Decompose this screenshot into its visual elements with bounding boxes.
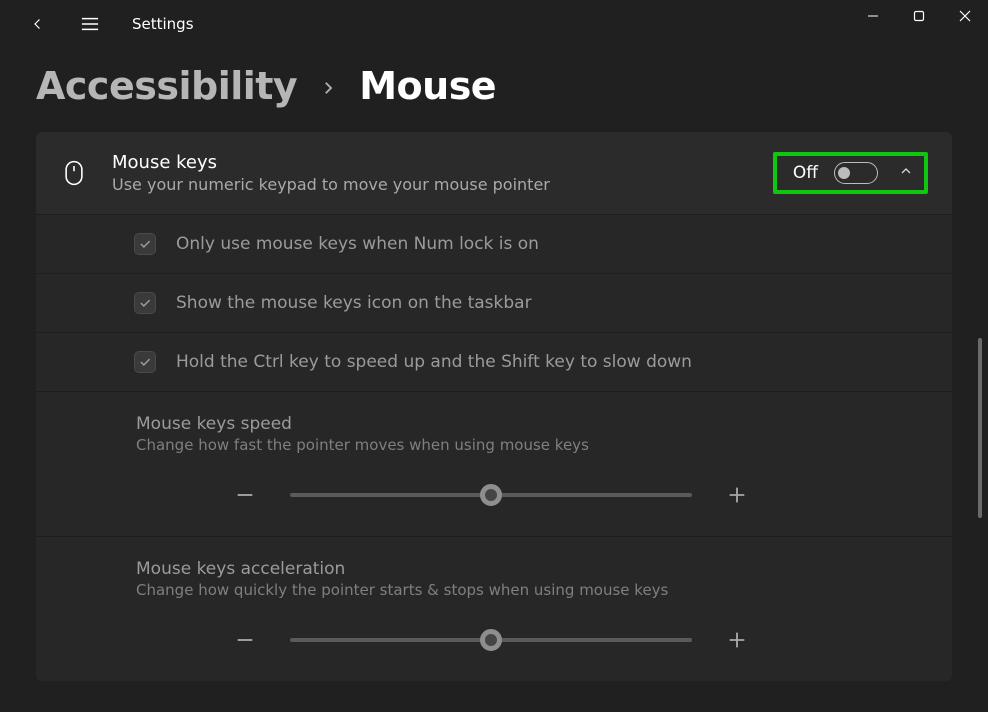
option-label: Hold the Ctrl key to speed up and the Sh… — [176, 352, 692, 372]
mouse-icon — [60, 159, 88, 187]
titlebar: Settings — [0, 0, 988, 48]
accel-slider[interactable] — [290, 638, 692, 642]
window-controls — [850, 0, 988, 32]
plus-button[interactable] — [726, 484, 748, 506]
mouse-keys-toggle[interactable] — [834, 162, 878, 184]
checkbox-numlock[interactable] — [134, 233, 156, 255]
option-label: Only use mouse keys when Num lock is on — [176, 234, 539, 254]
chevron-right-icon — [319, 72, 337, 107]
option-label: Show the mouse keys icon on the taskbar — [176, 293, 532, 313]
nav-menu-button[interactable] — [74, 8, 106, 40]
mouse-keys-subtitle: Use your numeric keypad to move your mou… — [112, 175, 749, 194]
option-row-taskbar[interactable]: Show the mouse keys icon on the taskbar — [36, 273, 952, 332]
slider-title: Mouse keys acceleration — [136, 559, 928, 579]
toggle-label: Off — [793, 163, 818, 183]
scrollbar[interactable] — [978, 48, 984, 712]
mouse-keys-header[interactable]: Mouse keys Use your numeric keypad to mo… — [36, 132, 952, 214]
chevron-up-icon[interactable] — [898, 163, 914, 183]
slider-subtitle: Change how quickly the pointer starts & … — [136, 581, 928, 599]
slider-title: Mouse keys speed — [136, 414, 928, 434]
option-row-numlock[interactable]: Only use mouse keys when Num lock is on — [36, 214, 952, 273]
slider-thumb[interactable] — [480, 484, 502, 506]
mouse-keys-speed-row: Mouse keys speed Change how fast the poi… — [36, 391, 952, 536]
close-button[interactable] — [942, 0, 988, 32]
breadcrumb: Accessibility Mouse — [0, 48, 988, 132]
minus-button[interactable] — [234, 629, 256, 651]
settings-content: Mouse keys Use your numeric keypad to mo… — [0, 132, 988, 706]
checkbox-taskbar[interactable] — [134, 292, 156, 314]
back-button[interactable] — [22, 8, 54, 40]
plus-button[interactable] — [726, 629, 748, 651]
minimize-button[interactable] — [850, 0, 896, 32]
speed-slider[interactable] — [290, 493, 692, 497]
breadcrumb-parent[interactable]: Accessibility — [36, 64, 297, 108]
app-title: Settings — [132, 15, 194, 33]
page-title: Mouse — [359, 64, 496, 108]
mouse-keys-title: Mouse keys — [112, 152, 749, 173]
mouse-keys-toggle-highlight: Off — [773, 152, 928, 194]
slider-subtitle: Change how fast the pointer moves when u… — [136, 436, 928, 454]
mouse-keys-accel-row: Mouse keys acceleration Change how quick… — [36, 536, 952, 681]
maximize-button[interactable] — [896, 0, 942, 32]
checkbox-ctrlshift[interactable] — [134, 351, 156, 373]
slider-thumb[interactable] — [480, 629, 502, 651]
option-row-ctrlshift[interactable]: Hold the Ctrl key to speed up and the Sh… — [36, 332, 952, 391]
minus-button[interactable] — [234, 484, 256, 506]
